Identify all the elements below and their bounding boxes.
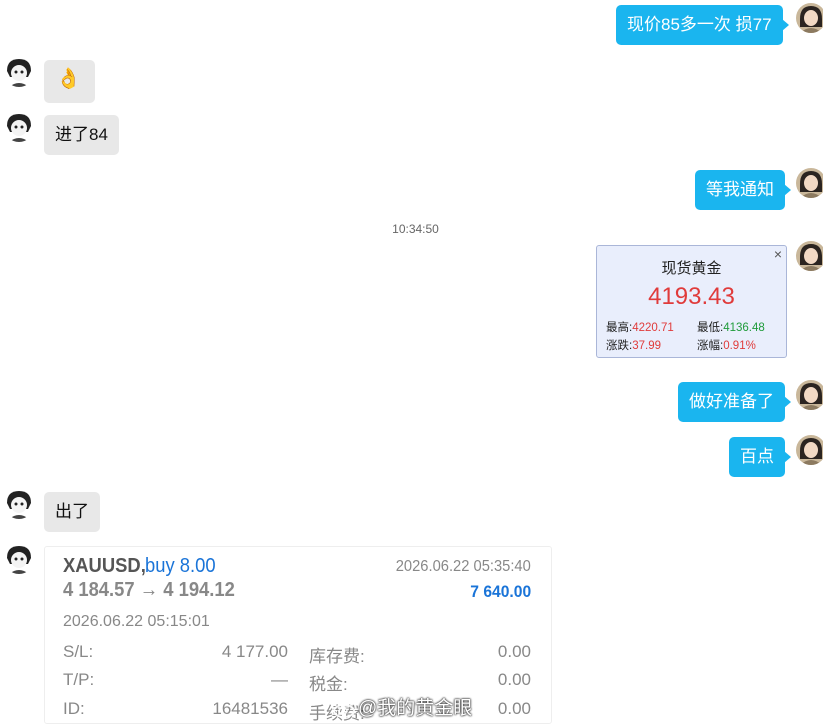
message-bubble[interactable]: 做好准备了	[678, 382, 791, 422]
message-text: 等我通知	[706, 180, 774, 199]
trade-prices: 4 184.57 → 4 194.12	[63, 579, 235, 601]
user-avatar[interactable]	[796, 241, 823, 271]
trade-profit: 7 640.00	[470, 582, 531, 601]
message-text: 做好准备了	[689, 392, 774, 411]
message-text: 现价85多一次 损77	[627, 15, 772, 34]
message-bubble[interactable]: 现价85多一次 损77	[616, 5, 789, 45]
gold-quote-card[interactable]: × 现货黄金 4193.43 最高:4220.71 最低:4136.48 涨跌:…	[596, 245, 787, 358]
trade-close-time: 2026.06.22 05:35:40	[395, 558, 531, 575]
message-bubble[interactable]: 等我通知	[695, 170, 791, 210]
tp-value: —	[271, 670, 288, 689]
tax-label: 税金:	[309, 675, 348, 694]
quote-title: 现货黄金	[661, 260, 722, 277]
message-timestamp: 10:34:50	[392, 222, 439, 236]
quote-low: 最低:4136.48	[697, 322, 765, 334]
user-avatar[interactable]	[796, 435, 823, 465]
watermark: @我的黄金眼	[332, 693, 472, 720]
id-value: 16481536	[212, 699, 288, 718]
swap-label: 库存费:	[309, 647, 365, 666]
user-avatar[interactable]	[796, 380, 823, 410]
trade-symbol: XAUUSD,	[63, 555, 146, 577]
contact-avatar[interactable]	[4, 489, 34, 519]
quote-high: 最高:4220.71	[606, 322, 674, 334]
weibo-logo-icon	[333, 702, 357, 718]
chat-window: 现价85多一次 损77 👌 进了84 等我通知 10:34:50 × 现货黄金 …	[0, 0, 823, 725]
contact-avatar[interactable]	[4, 544, 34, 574]
tp-label: T/P:	[63, 670, 95, 689]
tax-value: 0.00	[497, 670, 531, 689]
message-text: 进了84	[55, 125, 108, 144]
quote-change-pct: 涨幅:0.91%	[697, 340, 756, 352]
contact-avatar[interactable]	[4, 112, 34, 142]
sl-label: S/L:	[63, 642, 94, 661]
message-text: 出了	[55, 502, 89, 521]
message-bubble[interactable]: 出了	[44, 492, 100, 532]
trade-side: buy 8.00	[145, 555, 216, 577]
sl-value: 4 177.00	[221, 642, 288, 661]
message-bubble[interactable]: 百点	[729, 437, 791, 477]
user-avatar[interactable]	[796, 3, 823, 33]
trade-screenshot-card[interactable]: XAUUSD, buy 8.00 2026.06.22 05:35:40 4 1…	[44, 546, 552, 724]
quote-change: 涨跌:37.99	[606, 340, 661, 352]
message-text: 百点	[740, 447, 774, 466]
quote-price: 4193.43	[648, 283, 735, 310]
message-bubble[interactable]: 进了84	[44, 115, 119, 155]
user-avatar[interactable]	[796, 168, 823, 198]
message-bubble[interactable]: 👌	[44, 60, 95, 103]
contact-avatar[interactable]	[4, 57, 34, 87]
swap-value: 0.00	[497, 642, 531, 661]
fee-value: 0.00	[497, 699, 531, 718]
id-label: ID:	[63, 699, 85, 718]
ok-hand-emoji: 👌	[56, 68, 81, 90]
trade-open-time: 2026.06.22 05:15:01	[63, 613, 210, 630]
